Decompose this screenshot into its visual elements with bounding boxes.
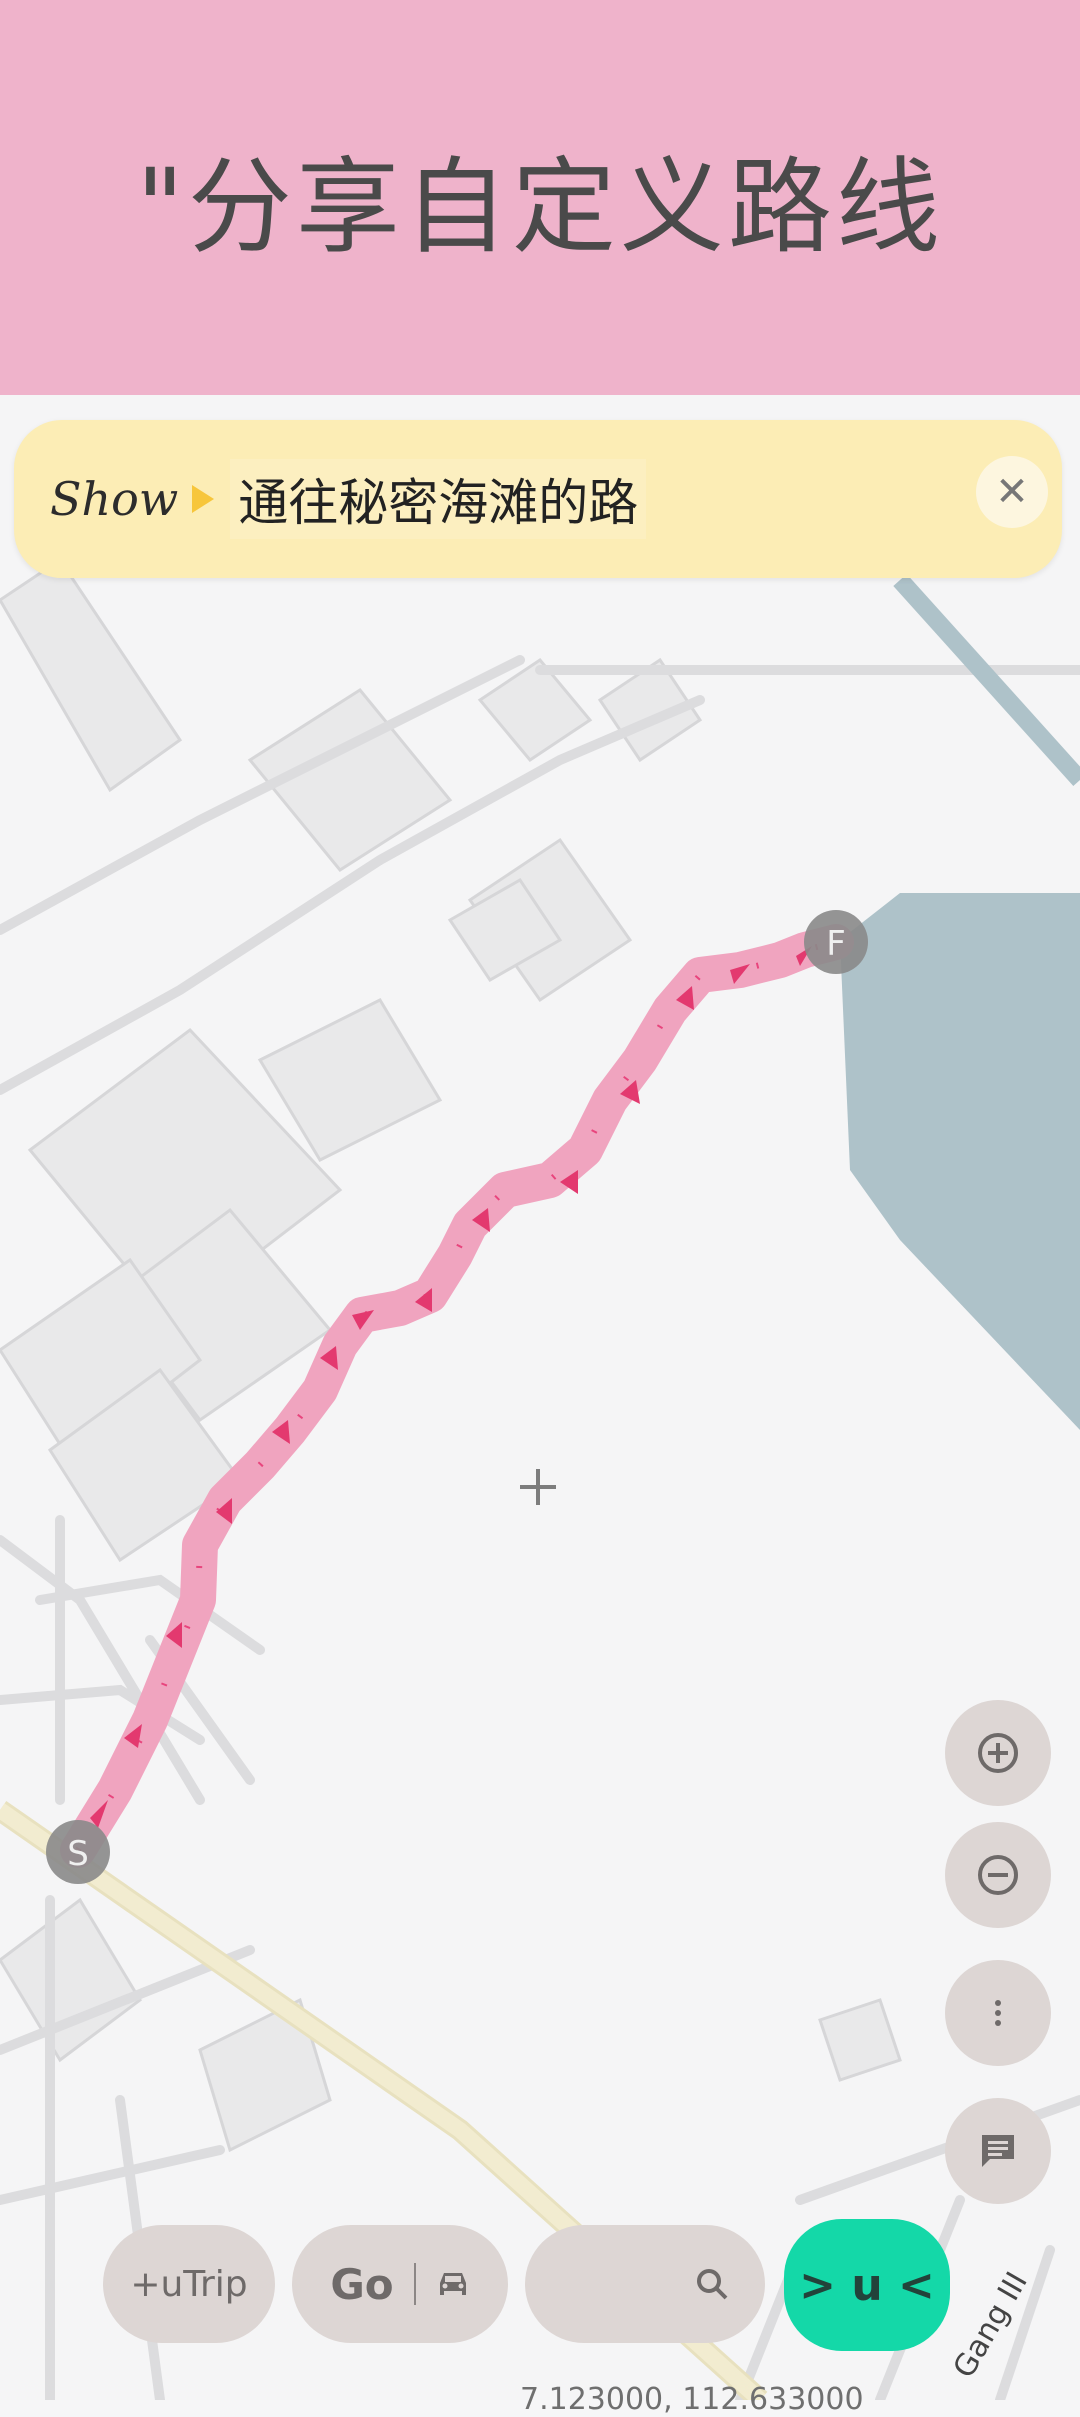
map-canvas[interactable]: S F Gang III bbox=[0, 395, 1080, 2400]
more-vert-icon bbox=[995, 2000, 1001, 2026]
chat-button[interactable] bbox=[945, 2098, 1051, 2204]
main-action-button[interactable]: > u < bbox=[784, 2219, 950, 2351]
svg-text:S: S bbox=[67, 1834, 89, 1874]
zoom-out-icon bbox=[978, 1855, 1018, 1895]
zoom-in-icon bbox=[978, 1733, 1018, 1773]
more-options-button[interactable] bbox=[945, 1960, 1051, 2066]
go-button[interactable]: Go bbox=[292, 2225, 508, 2343]
go-label: Go bbox=[330, 2259, 394, 2309]
route-banner[interactable]: Show 通往秘密海滩的路 ✕ bbox=[14, 420, 1062, 578]
search-button[interactable] bbox=[525, 2225, 765, 2343]
go-separator bbox=[413, 2263, 416, 2305]
banner-show-label: Show bbox=[50, 472, 179, 526]
page-title: "分享自定义路线 bbox=[136, 146, 944, 268]
main-action-label: > u < bbox=[799, 2259, 935, 2311]
utrip-label: +uTrip bbox=[130, 2263, 248, 2305]
svg-text:F: F bbox=[826, 924, 846, 964]
end-marker[interactable]: F bbox=[804, 910, 868, 974]
car-icon bbox=[439, 2273, 466, 2295]
zoom-out-button[interactable] bbox=[945, 1822, 1051, 1928]
crosshair-icon bbox=[520, 1469, 556, 1505]
play-arrow-icon bbox=[192, 485, 215, 513]
route-name: 通往秘密海滩的路 bbox=[230, 459, 647, 539]
zoom-in-button[interactable] bbox=[945, 1700, 1051, 1806]
chat-icon bbox=[982, 2135, 1014, 2167]
app-header: "分享自定义路线 bbox=[0, 0, 1080, 395]
start-marker[interactable]: S bbox=[46, 1820, 110, 1884]
search-icon bbox=[697, 2269, 728, 2300]
close-icon[interactable]: ✕ bbox=[976, 456, 1048, 528]
add-utrip-button[interactable]: +uTrip bbox=[103, 2225, 275, 2343]
map-view[interactable]: S F Gang III bbox=[0, 395, 1080, 2400]
